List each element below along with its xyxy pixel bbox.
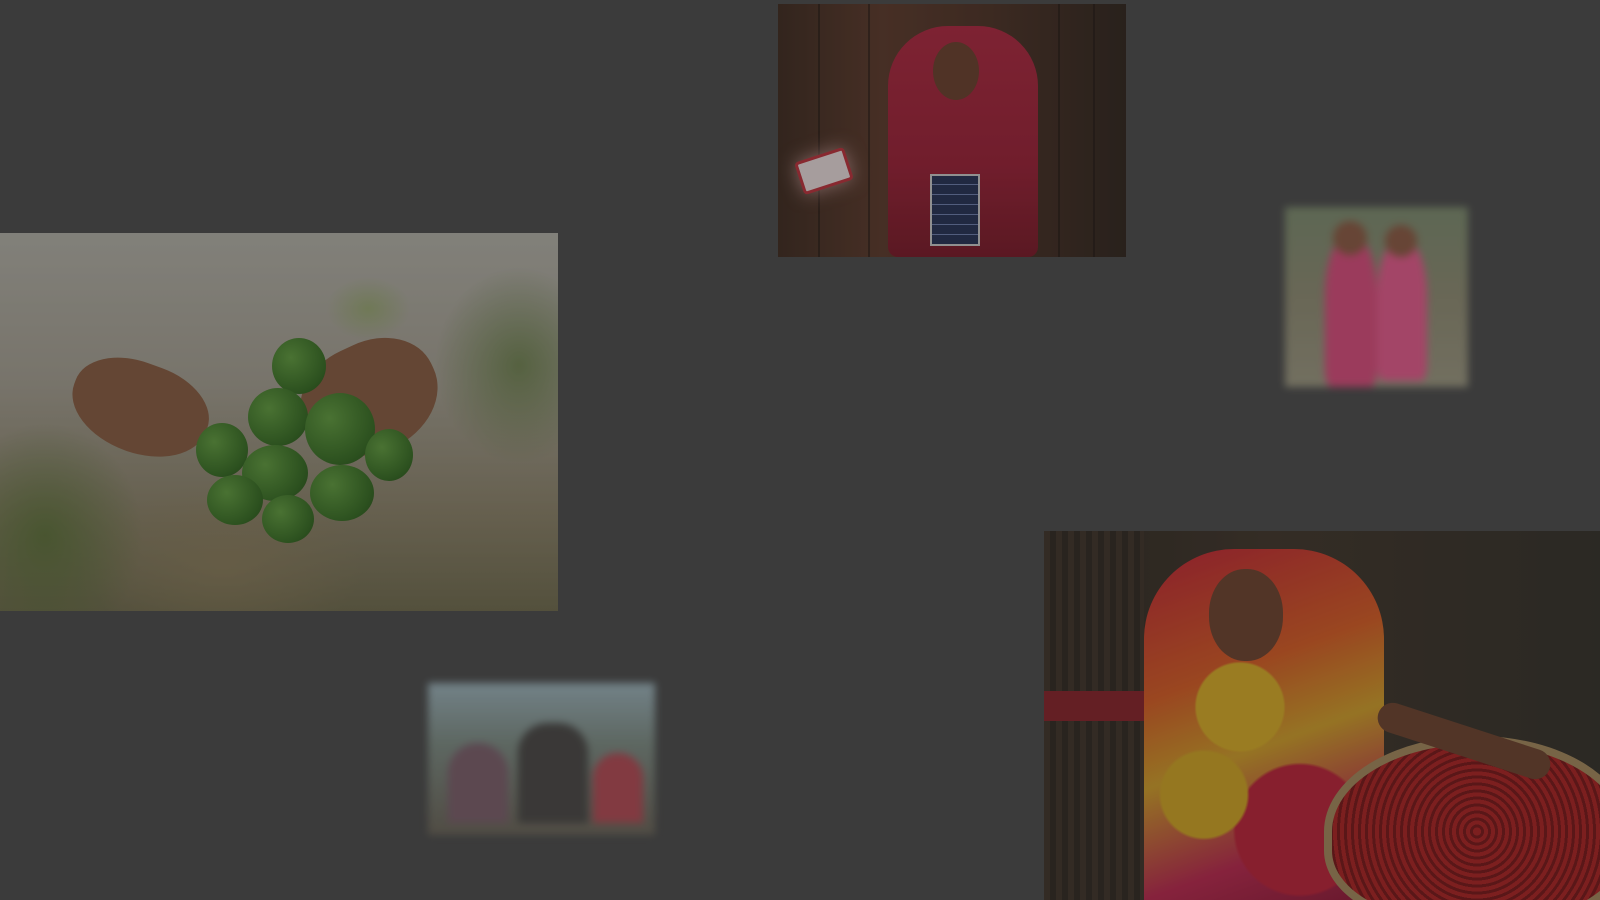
cucumber: [248, 388, 308, 446]
photo-street[interactable]: [428, 683, 655, 835]
photo-solar-panel[interactable]: [778, 4, 1126, 257]
wall-plank: [1093, 4, 1095, 257]
cucumber: [207, 475, 263, 525]
cucumber: [310, 465, 374, 521]
child-figure: [1325, 237, 1377, 387]
wall-plank: [818, 4, 820, 257]
face: [1209, 569, 1283, 661]
person-figure: [593, 753, 643, 823]
face: [933, 42, 979, 100]
photo-cucumbers[interactable]: [0, 233, 558, 611]
cucumber: [196, 423, 248, 477]
child-head: [1333, 221, 1367, 255]
cucumber: [262, 495, 314, 543]
solar-panel: [930, 174, 980, 246]
person-figure: [448, 743, 508, 823]
wall-plank: [868, 4, 870, 257]
photo-gallery-overlay: [0, 0, 1600, 900]
child-head: [1385, 225, 1417, 257]
child-figure: [1377, 241, 1427, 381]
cucumber: [272, 338, 326, 394]
photo-chillies[interactable]: [1044, 531, 1600, 900]
photo-children[interactable]: [1285, 207, 1468, 387]
person-figure: [518, 723, 588, 823]
solar-lamp: [794, 146, 854, 196]
cucumber: [365, 429, 413, 481]
wall-plank: [1058, 4, 1060, 257]
